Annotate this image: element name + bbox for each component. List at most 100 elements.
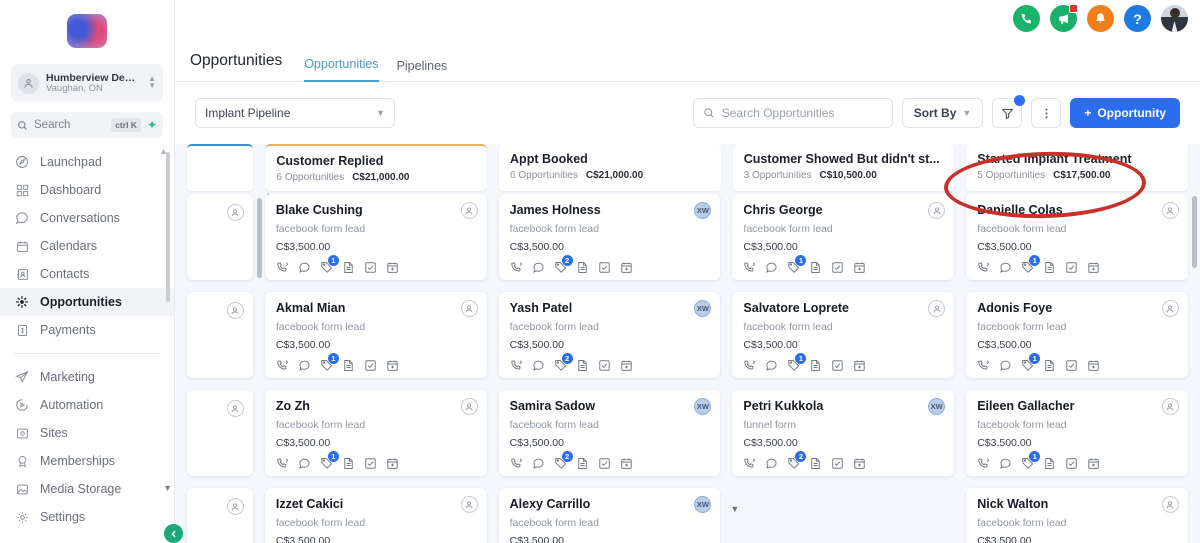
tag-icon[interactable]: 2 <box>554 353 573 372</box>
bell-icon[interactable] <box>1087 5 1114 32</box>
chat-icon[interactable] <box>999 359 1012 372</box>
card-stub[interactable] <box>187 390 253 476</box>
calendar-add-icon[interactable] <box>1087 457 1100 470</box>
contact-avatar-icon[interactable] <box>1161 496 1179 513</box>
chat-icon[interactable] <box>532 457 545 470</box>
chat-icon[interactable] <box>999 457 1012 470</box>
phone-icon[interactable] <box>276 359 289 372</box>
phone-icon[interactable] <box>276 457 289 470</box>
opportunity-card[interactable]: Izzet Cakici facebook form lead C$3,500.… <box>264 488 487 543</box>
contact-avatar-icon[interactable] <box>460 398 478 415</box>
user-avatar[interactable] <box>1161 5 1188 32</box>
chat-icon[interactable] <box>532 359 545 372</box>
task-icon[interactable] <box>364 261 377 274</box>
opportunity-card[interactable]: Petri Kukkola funnel form C$3,500.00 2 X… <box>732 390 955 476</box>
phone-icon[interactable] <box>743 457 756 470</box>
document-icon[interactable] <box>1043 457 1056 470</box>
opportunity-card[interactable]: Alexy Carrillo facebook form lead C$3,50… <box>498 488 721 543</box>
opportunity-card[interactable]: Danielle Colas facebook form lead C$3,50… <box>966 188 1200 280</box>
card-stub[interactable] <box>187 292 253 378</box>
document-icon[interactable] <box>1043 261 1056 274</box>
document-icon[interactable] <box>342 359 355 372</box>
sparkle-icon[interactable]: ✦ <box>147 118 157 132</box>
sidebar-scrollbar[interactable]: ▲ <box>159 148 170 302</box>
brand-logo[interactable] <box>0 0 174 62</box>
collapse-sidebar-button[interactable] <box>164 524 183 543</box>
document-icon[interactable] <box>576 359 589 372</box>
chat-icon[interactable] <box>298 261 311 274</box>
column-header-partial[interactable] <box>187 144 254 191</box>
tag-icon[interactable]: 1 <box>320 451 339 470</box>
sidebar-item-marketing[interactable]: Marketing <box>0 363 174 391</box>
contact-avatar-icon[interactable] <box>460 496 478 513</box>
opportunity-card[interactable]: Yash Patel facebook form lead C$3,500.00… <box>498 292 721 378</box>
chat-icon[interactable] <box>999 261 1012 274</box>
tag-icon[interactable]: 2 <box>554 255 573 274</box>
sidebar-item-payments[interactable]: Payments <box>0 316 174 344</box>
pipeline-select[interactable]: Implant Pipeline ▼ <box>195 98 395 128</box>
contact-avatar-icon[interactable] <box>1161 300 1179 317</box>
sidebar-search[interactable]: Search ctrl K ✦ <box>11 112 163 138</box>
sidebar-item-launchpad[interactable]: Launchpad <box>0 148 174 176</box>
column-header-customer-replied[interactable]: Customer Replied 6 Opportunities C$21,00… <box>265 144 488 191</box>
phone-icon[interactable] <box>977 457 990 470</box>
opportunity-card[interactable]: Eileen Gallacher facebook form lead C$3,… <box>966 390 1188 476</box>
contact-avatar-icon[interactable] <box>460 202 478 219</box>
contact-avatar-icon[interactable] <box>460 300 478 317</box>
sidebar-item-contacts[interactable]: Contacts <box>0 260 174 288</box>
opportunity-card[interactable]: Blake Cushing facebook form lead C$3,500… <box>264 194 487 280</box>
column-header-customer-showed[interactable]: Customer Showed But didn't st... 3 Oppor… <box>732 144 955 191</box>
phone-icon[interactable] <box>276 261 289 274</box>
task-icon[interactable] <box>1065 457 1078 470</box>
contact-avatar-icon[interactable] <box>1161 398 1179 415</box>
opportunity-card[interactable]: Chris George facebook form lead C$3,500.… <box>732 194 955 280</box>
chat-icon[interactable] <box>765 261 778 274</box>
task-icon[interactable] <box>1065 261 1078 274</box>
tab-opportunities[interactable]: Opportunities <box>304 57 379 82</box>
megaphone-icon[interactable] <box>1050 4 1078 32</box>
opportunity-card[interactable]: Nick Walton facebook form lead C$3,500.0… <box>966 488 1188 543</box>
document-icon[interactable] <box>1043 359 1056 372</box>
document-icon[interactable] <box>809 261 822 274</box>
tag-icon[interactable]: 2 <box>787 451 807 470</box>
scroll-down-icon[interactable]: ▼ <box>730 504 739 514</box>
document-icon[interactable] <box>342 457 355 470</box>
phone-icon[interactable] <box>743 261 756 274</box>
tag-icon[interactable]: 1 <box>1021 451 1041 470</box>
calendar-add-icon[interactable] <box>1087 359 1100 372</box>
task-icon[interactable] <box>364 359 377 372</box>
task-icon[interactable] <box>1065 359 1078 372</box>
card-stub[interactable]: ▼ <box>187 488 253 543</box>
calendar-add-icon[interactable] <box>620 261 633 274</box>
chat-icon[interactable] <box>298 457 311 470</box>
opportunity-card[interactable]: Samira Sadow facebook form lead C$3,500.… <box>498 390 721 476</box>
phone-icon[interactable] <box>510 359 523 372</box>
calendar-add-icon[interactable] <box>386 457 399 470</box>
task-icon[interactable] <box>364 457 377 470</box>
chat-icon[interactable] <box>532 261 545 274</box>
sidebar-item-calendars[interactable]: Calendars <box>0 232 174 260</box>
card-stub[interactable]: ▲ <box>187 190 273 280</box>
phone-icon[interactable] <box>510 457 523 470</box>
tag-icon[interactable]: 1 <box>320 353 339 372</box>
tab-pipelines[interactable]: Pipelines <box>397 59 448 82</box>
sidebar-item-memberships[interactable]: Memberships <box>0 447 174 475</box>
phone-icon[interactable] <box>743 359 756 372</box>
calendar-add-icon[interactable] <box>386 359 399 372</box>
phone-icon[interactable] <box>510 261 523 274</box>
phone-icon[interactable] <box>977 261 990 274</box>
sidebar-item-sites[interactable]: Sites <box>0 419 174 447</box>
tag-icon[interactable]: 1 <box>1021 255 1041 274</box>
tag-icon[interactable]: 1 <box>320 255 339 274</box>
contact-avatar-icon[interactable] <box>1161 202 1179 219</box>
tag-icon[interactable]: 1 <box>787 353 807 372</box>
calendar-add-icon[interactable] <box>853 359 866 372</box>
opportunity-card[interactable]: Akmal Mian facebook form lead C$3,500.00… <box>264 292 487 378</box>
more-options-button[interactable] <box>1031 98 1062 128</box>
calendar-add-icon[interactable] <box>620 457 633 470</box>
opportunity-card[interactable]: James Holness facebook form lead C$3,500… <box>498 194 721 280</box>
help-icon[interactable]: ? <box>1124 5 1151 32</box>
workspace-switcher[interactable]: Humberview Dentistry Vaughan, ON ▲▼ <box>11 64 163 102</box>
tag-icon[interactable]: 2 <box>554 451 573 470</box>
tag-icon[interactable]: 1 <box>787 255 807 274</box>
